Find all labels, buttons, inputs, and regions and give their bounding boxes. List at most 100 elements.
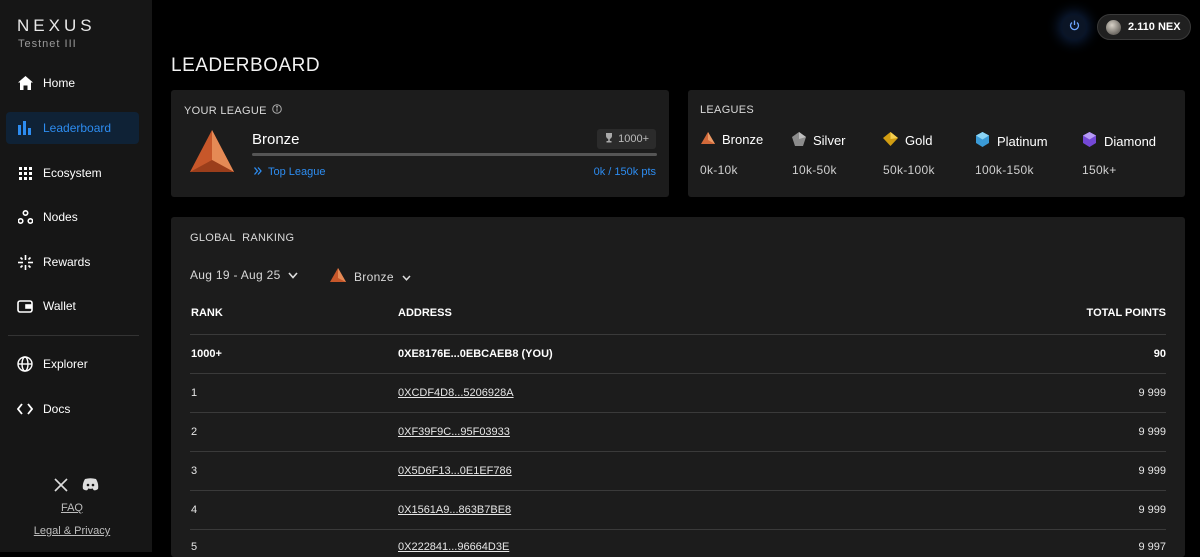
address-link[interactable]: 0X222841...96664D3E: [398, 541, 509, 553]
tier-name: Diamond: [1104, 133, 1157, 149]
points-cell: 9 999: [1138, 426, 1166, 438]
sidebar-item-docs[interactable]: Docs: [6, 393, 139, 425]
sidebar-item-label: Nodes: [43, 210, 78, 224]
top-league-link[interactable]: Top League: [254, 166, 326, 178]
tier-diamond: Diamond: [1082, 132, 1156, 150]
rank-cell: 5: [191, 541, 198, 553]
silver-gem-icon: [792, 132, 806, 149]
trophy-icon: [604, 132, 614, 146]
rank-cell: 4: [191, 504, 198, 516]
tier-name: Bronze: [722, 132, 764, 147]
address-cell: 0XE8176E...0EBCAEB8 (YOU): [398, 348, 553, 360]
sidebar-item-label: Docs: [43, 402, 71, 416]
your-league-label: YOUR LEAGUE: [184, 104, 267, 117]
address-link[interactable]: 0XCDF4D8...5206928A: [398, 387, 514, 399]
info-icon[interactable]: [271, 104, 282, 117]
tier-platinum: Platinum: [975, 132, 1048, 150]
rank-badge: 1000+: [597, 129, 656, 149]
bronze-triangle-icon: [330, 268, 346, 285]
page-title: LEADERBOARD: [171, 55, 321, 76]
grid-icon: [17, 165, 33, 181]
points-cell: 9 999: [1138, 504, 1166, 516]
sidebar-item-label: Explorer: [43, 357, 88, 371]
rank-cell: 1: [191, 387, 198, 399]
points-cell: 9 997: [1138, 541, 1166, 553]
address-link[interactable]: 0X5D6F13...0E1EF786: [398, 465, 512, 477]
faq-link[interactable]: FAQ: [0, 502, 144, 514]
sidebar-item-ecosystem[interactable]: Ecosystem: [6, 157, 139, 189]
sidebar-item-label: Rewards: [43, 255, 91, 269]
league-filter-value: Bronze: [354, 269, 394, 284]
chevron-down-icon: [287, 268, 298, 282]
column-header-rank[interactable]: RANK: [191, 307, 223, 319]
sidebar-item-rewards[interactable]: Rewards: [6, 246, 139, 278]
leagues-label: LEAGUES: [700, 104, 755, 116]
bronze-triangle-icon: [701, 132, 715, 147]
week-filter-dropdown[interactable]: Aug 19 - Aug 25: [190, 268, 298, 282]
points-cell: 9 999: [1138, 387, 1166, 399]
tier-name: Silver: [813, 133, 846, 148]
sidebar-item-label: Home: [43, 76, 76, 90]
your-league-header: YOUR LEAGUE: [184, 104, 282, 117]
tier-range-platinum: 100k-150k: [975, 163, 1034, 177]
balance-text: 2.110 NEX: [1128, 21, 1181, 33]
sidebar-item-home[interactable]: Home: [6, 67, 139, 99]
gold-gem-icon: [883, 132, 898, 149]
points-progress-text: 0k / 150k pts: [593, 166, 656, 178]
legal-privacy-link[interactable]: Legal & Privacy: [0, 525, 144, 537]
wallet-icon: [17, 298, 33, 314]
tier-silver: Silver: [792, 132, 846, 149]
sidebar-divider: [8, 335, 139, 336]
table-divider: [190, 373, 1166, 374]
brand-logo[interactable]: NEXUS Testnet III: [17, 16, 96, 50]
global-ranking-label: GLOBAL RANKING: [190, 232, 295, 244]
wallet-balance-button[interactable]: 2.110 NEX: [1097, 14, 1191, 40]
rank-cell: 1000+: [191, 348, 222, 360]
diamond-gem-icon: [1082, 132, 1097, 150]
address-link[interactable]: 0X1561A9...863B7BE8: [398, 504, 511, 516]
table-divider: [190, 334, 1166, 335]
code-icon: [17, 401, 33, 417]
table-divider: [190, 451, 1166, 452]
address-link[interactable]: 0XF39F9C...95F03933: [398, 426, 510, 438]
home-icon: [17, 75, 33, 91]
week-filter-value: Aug 19 - Aug 25: [190, 268, 281, 282]
brand-subtitle: Testnet III: [18, 38, 77, 50]
bronze-league-icon: [190, 130, 234, 177]
nodes-icon: [17, 209, 33, 225]
your-league-card: YOUR LEAGUE Bronze 1000+ Top League 0k /…: [171, 90, 669, 197]
rank-cell: 2: [191, 426, 198, 438]
sparkle-icon: [17, 254, 33, 270]
power-button[interactable]: [1062, 15, 1086, 39]
column-header-total-points[interactable]: TOTAL POINTS: [1046, 307, 1166, 319]
double-chevron-right-icon: [254, 166, 262, 178]
x-twitter-icon[interactable]: [53, 478, 68, 497]
sidebar-item-nodes[interactable]: Nodes: [6, 201, 139, 233]
discord-icon[interactable]: [82, 478, 99, 497]
tier-name: Gold: [905, 133, 933, 148]
platinum-gem-icon: [975, 132, 990, 150]
social-links: [0, 478, 152, 497]
global-ranking-card: [171, 217, 1185, 557]
sidebar-item-label: Leaderboard: [43, 121, 112, 135]
sidebar-item-wallet[interactable]: Wallet: [6, 290, 139, 322]
brand-name: NEXUS: [17, 16, 96, 35]
sidebar-item-label: Ecosystem: [43, 166, 102, 180]
globe-icon: [17, 356, 33, 372]
table-divider: [190, 490, 1166, 491]
rank-cell: 3: [191, 465, 198, 477]
sidebar-item-explorer[interactable]: Explorer: [6, 348, 139, 380]
league-filter-dropdown[interactable]: Bronze: [330, 268, 411, 285]
chevron-down-icon: [402, 270, 411, 284]
tier-name: Platinum: [997, 133, 1048, 149]
points-cell: 90: [1153, 348, 1166, 360]
league-progress-bar: [252, 153, 657, 156]
sidebar-item-label: Wallet: [43, 299, 76, 313]
top-league-label: Top League: [268, 166, 326, 178]
rank-badge-text: 1000+: [618, 133, 649, 145]
points-cell: 9 999: [1138, 465, 1166, 477]
table-divider: [190, 529, 1166, 530]
sidebar-item-leaderboard[interactable]: Leaderboard: [6, 112, 139, 144]
power-icon: [1069, 18, 1080, 36]
column-header-address[interactable]: ADDRESS: [398, 307, 452, 319]
